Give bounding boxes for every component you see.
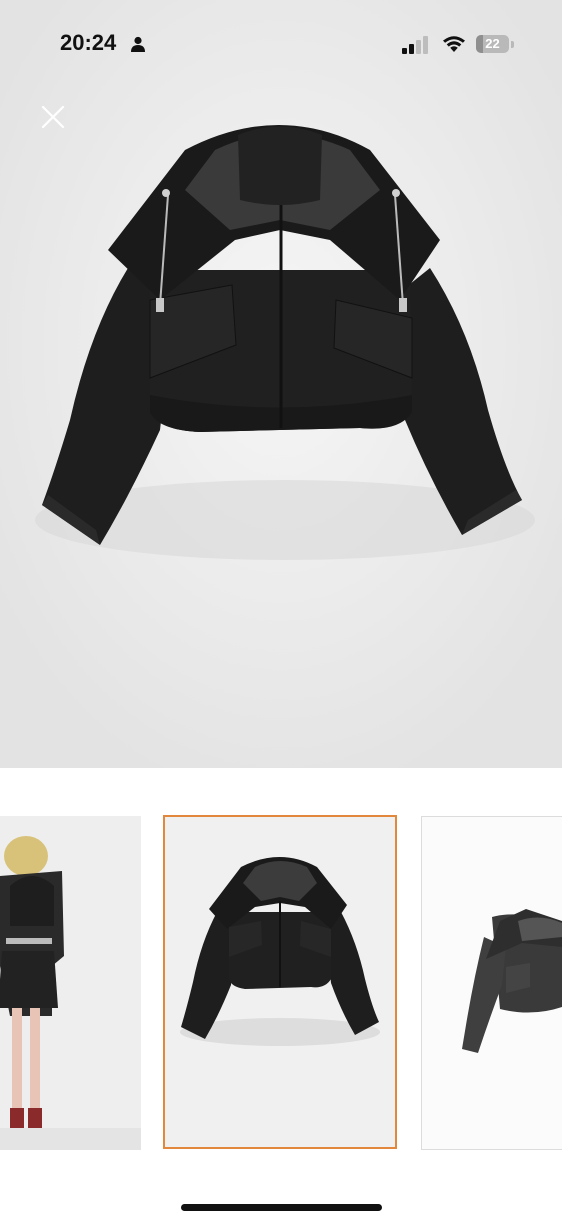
main-product-image xyxy=(0,0,562,768)
model-photo xyxy=(0,816,141,1150)
close-button[interactable] xyxy=(36,100,70,134)
cellular-signal-icon xyxy=(402,36,428,54)
thumbnail-jacket-front-flat[interactable] xyxy=(163,815,397,1149)
person-icon xyxy=(131,36,145,52)
status-bar: 20:24 22 xyxy=(0,0,562,80)
jacket-illustration xyxy=(0,0,562,768)
home-indicator[interactable] xyxy=(181,1204,382,1211)
wifi-icon xyxy=(443,36,465,52)
battery-level: 22 xyxy=(485,36,500,51)
status-time: 20:24 xyxy=(60,30,117,55)
jacket-side-photo xyxy=(422,817,562,1149)
battery-indicator: 22 xyxy=(476,35,516,55)
thumbnail-strip xyxy=(0,815,562,1154)
close-icon xyxy=(41,105,65,129)
jacket-front-photo xyxy=(165,817,395,1147)
battery-icon: 22 xyxy=(476,35,509,53)
thumbnail-model-wearing-jacket[interactable] xyxy=(0,816,141,1150)
thumbnail-jacket-side-view[interactable] xyxy=(421,816,562,1150)
